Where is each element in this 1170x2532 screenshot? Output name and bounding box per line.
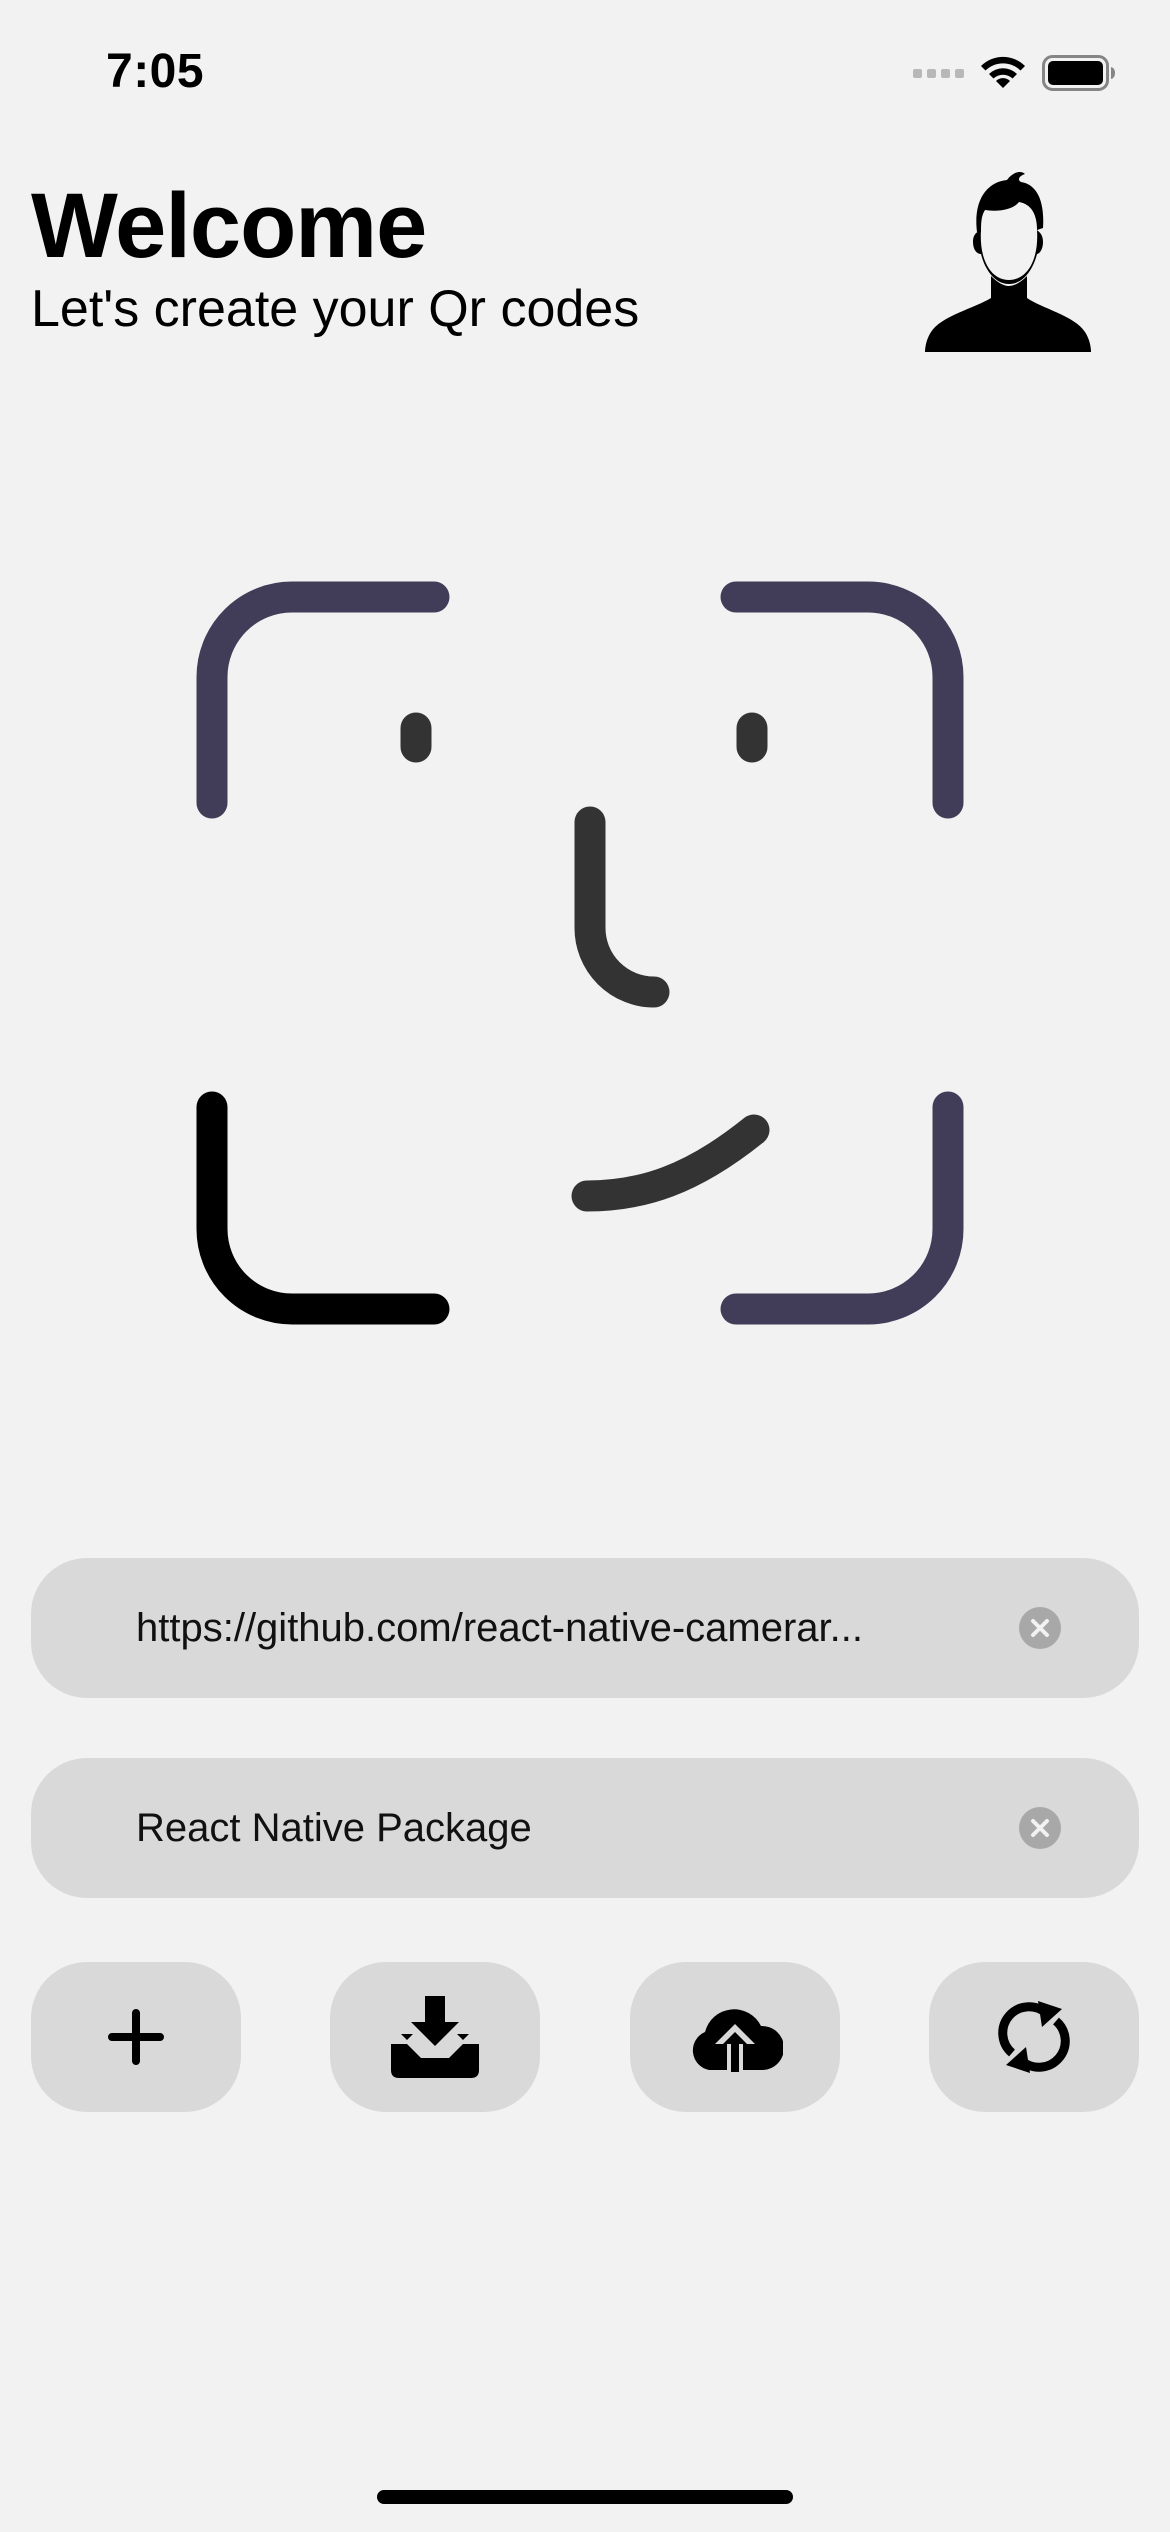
plus-icon xyxy=(108,2009,164,2065)
page-subtitle: Let's create your Qr codes xyxy=(31,280,640,338)
cloud-upload-icon xyxy=(692,2009,783,2072)
page-title: Welcome xyxy=(31,175,427,277)
add-button[interactable] xyxy=(31,1962,241,2112)
status-bar: 7:05 xyxy=(0,0,1170,150)
close-icon xyxy=(1031,1619,1049,1637)
face-id-icon xyxy=(196,581,964,1325)
wifi-icon xyxy=(981,56,1025,88)
name-input[interactable]: React Native Package xyxy=(31,1758,1139,1898)
download-button[interactable] xyxy=(330,1962,540,2112)
cellular-signal-icon xyxy=(913,68,964,78)
download-tray-icon xyxy=(391,1996,479,2078)
status-time: 7:05 xyxy=(106,45,205,98)
clear-name-button[interactable] xyxy=(1019,1807,1061,1849)
profile-button[interactable] xyxy=(925,170,1091,352)
face-id-graphic xyxy=(190,560,980,1350)
refresh-button[interactable] xyxy=(929,1962,1139,2112)
clear-url-button[interactable] xyxy=(1019,1607,1061,1649)
url-input-value[interactable]: https://github.com/react-native-camerar.… xyxy=(136,1606,863,1651)
header: Welcome Let's create your Qr codes xyxy=(31,172,639,340)
url-input[interactable]: https://github.com/react-native-camerar.… xyxy=(31,1558,1139,1698)
sync-icon xyxy=(998,2001,1070,2073)
home-indicator[interactable] xyxy=(377,2490,793,2504)
battery-icon xyxy=(1042,55,1115,91)
name-input-value[interactable]: React Native Package xyxy=(136,1806,532,1851)
person-silhouette-icon xyxy=(925,172,1091,352)
close-icon xyxy=(1031,1819,1049,1837)
upload-button[interactable] xyxy=(630,1962,840,2112)
status-indicators xyxy=(913,54,1116,92)
